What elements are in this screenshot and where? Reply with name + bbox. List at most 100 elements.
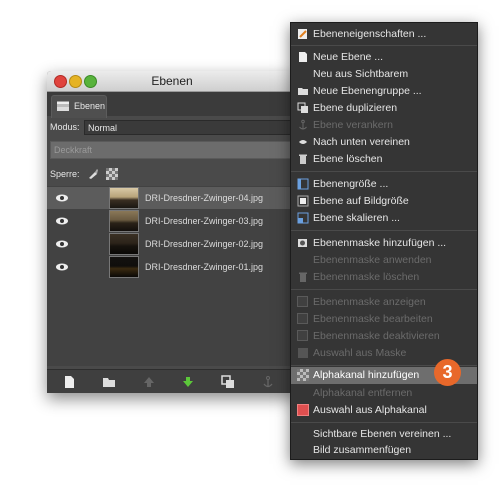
mode-label: Modus: [50,122,80,132]
raise-layer-icon[interactable] [142,375,156,389]
menu-item-label: Ebenenmaske anzeigen [313,296,426,308]
layer-context-menu: Ebeneneigenschaften ... Neue Ebene ... N… [290,22,478,460]
menu-item-label: Ebenenmaske löschen [313,271,420,283]
menu-separator [291,230,477,231]
lock-alpha-icon[interactable] [106,168,118,180]
menu-item-label: Alphakanal entfernen [313,387,413,399]
anchor-icon [299,119,307,130]
layer-properties-icon [298,29,307,39]
menu-item-merge-visible-layers[interactable]: Sichtbare Ebenen vereinen ... [291,426,477,442]
menu-item-new-layer[interactable]: Neue Ebene ... [291,49,477,65]
new-group-icon[interactable] [102,375,116,389]
add-alpha-icon [297,369,309,381]
checkbox-icon [297,313,308,324]
layer-name: DRI-Dresdner-Zwinger-01.jpg [145,262,264,272]
lock-label: Sperre: [50,169,80,179]
tab-bar: Ebenen [47,92,297,118]
window-title: Ebenen [151,74,193,88]
menu-item-edit-layer-mask: Ebenenmaske bearbeiten [291,311,477,327]
layers-icon [57,101,69,111]
menu-separator [291,289,477,290]
menu-item-label: Ebeneneigenschaften ... [313,28,427,40]
menu-item-label: Auswahl aus Maske [313,347,407,359]
title-bar[interactable]: Ebenen [47,71,297,92]
layer-name: DRI-Dresdner-Zwinger-02.jpg [145,239,264,249]
layer-to-image-size-icon [297,195,309,207]
tab-label: Ebenen [74,101,106,111]
layers-window: Ebenen Ebenen Modus: Normal Deckkraft Sp… [47,71,297,393]
new-layer-icon[interactable] [62,375,76,389]
layer-row[interactable]: DRI-Dresdner-Zwinger-03.jpg [47,210,297,232]
layer-row[interactable]: DRI-Dresdner-Zwinger-02.jpg [47,233,297,255]
layer-thumbnail [109,187,139,209]
menu-item-delete-layer-mask: Ebenenmaske löschen [291,269,477,285]
menu-item-label: Neue Ebenengruppe ... [313,85,422,97]
mode-select[interactable]: Normal [84,120,297,135]
scale-layer-icon [297,212,309,224]
anchor-icon[interactable] [261,375,275,389]
menu-item-add-layer-mask[interactable]: Ebenenmaske hinzufügen ... [291,235,477,251]
menu-item-label: Neue Ebene ... [313,51,384,63]
eye-icon[interactable] [55,239,69,249]
lock-pixels-icon[interactable] [87,168,99,180]
menu-item-new-layer-group[interactable]: Neue Ebenengruppe ... [291,83,477,99]
new-layer-icon [299,52,307,62]
new-group-icon [298,88,308,95]
menu-item-disable-layer-mask: Ebenenmaske deaktivieren [291,328,477,344]
eye-icon[interactable] [55,216,69,226]
menu-item-merge-down[interactable]: Nach unten vereinen [291,134,477,150]
layer-list: DRI-Dresdner-Zwinger-04.jpg DRI-Dresdner… [47,186,297,366]
layer-thumbnail [109,210,139,232]
menu-item-label: Bild zusammenfügen [313,444,412,456]
menu-item-label: Ebenenmaske anwenden [313,254,432,266]
checkbox-icon [297,330,308,341]
duplicate-layer-icon[interactable] [221,375,235,389]
delete-mask-icon [299,272,307,282]
merge-down-icon [299,140,307,144]
menu-item-label: Auswahl aus Alphakanal [313,404,427,416]
layer-row[interactable]: DRI-Dresdner-Zwinger-01.jpg [47,256,297,278]
menu-item-label: Ebenengröße ... [313,178,389,190]
menu-separator [291,45,477,46]
menu-item-label: Ebenenmaske hinzufügen ... [313,237,447,249]
menu-item-label: Ebene skalieren ... [313,212,400,224]
menu-item-flatten-image[interactable]: Bild zusammenfügen [291,442,477,458]
menu-item-show-layer-mask: Ebenenmaske anzeigen [291,294,477,310]
delete-icon [299,154,307,164]
checkbox-icon [297,296,308,307]
eye-icon[interactable] [55,193,69,203]
step-number-badge: 3 [434,359,461,386]
duplicate-icon [297,102,308,113]
menu-item-label: Alphakanal hinzufügen [313,369,420,381]
lower-layer-icon[interactable] [181,375,195,389]
layer-thumbnail [109,256,139,278]
menu-item-label: Nach unten vereinen [313,136,410,148]
lock-row: Sperre: [47,166,297,184]
menu-item-delete-layer[interactable]: Ebene löschen [291,151,477,167]
layer-row[interactable]: DRI-Dresdner-Zwinger-04.jpg [47,187,297,209]
menu-item-label: Ebene auf Bildgröße [313,195,409,207]
menu-item-scale-layer[interactable]: Ebene skalieren ... [291,210,477,226]
add-mask-icon [298,239,307,247]
menu-item-layer-boundary-size[interactable]: Ebenengröße ... [291,176,477,192]
alpha-selection-icon [297,404,309,416]
layer-thumbnail [109,233,139,255]
menu-item-alpha-to-selection[interactable]: Auswahl aus Alphakanal [291,402,477,418]
eye-icon[interactable] [55,262,69,272]
layer-size-icon [297,178,309,190]
menu-separator [291,171,477,172]
menu-item-label: Ebene löschen [313,153,383,165]
menu-item-label: Ebene verankern [313,119,393,131]
menu-item-remove-alpha-channel: Alphakanal entfernen [291,385,477,401]
layer-name: DRI-Dresdner-Zwinger-03.jpg [145,216,264,226]
menu-item-duplicate-layer[interactable]: Ebene duplizieren [291,100,477,116]
mask-selection-icon [298,348,308,358]
menu-item-layer-properties[interactable]: Ebeneneigenschaften ... [291,26,477,42]
menu-item-label: Ebene duplizieren [313,102,398,114]
menu-item-new-from-visible[interactable]: Neu aus Sichtbarem [291,66,477,82]
layer-name: DRI-Dresdner-Zwinger-04.jpg [145,193,264,203]
tab-layers[interactable]: Ebenen [51,95,107,118]
menu-item-layer-to-image-size[interactable]: Ebene auf Bildgröße [291,193,477,209]
menu-item-label: Sichtbare Ebenen vereinen ... [313,428,452,440]
opacity-slider[interactable]: Deckkraft [50,141,297,159]
